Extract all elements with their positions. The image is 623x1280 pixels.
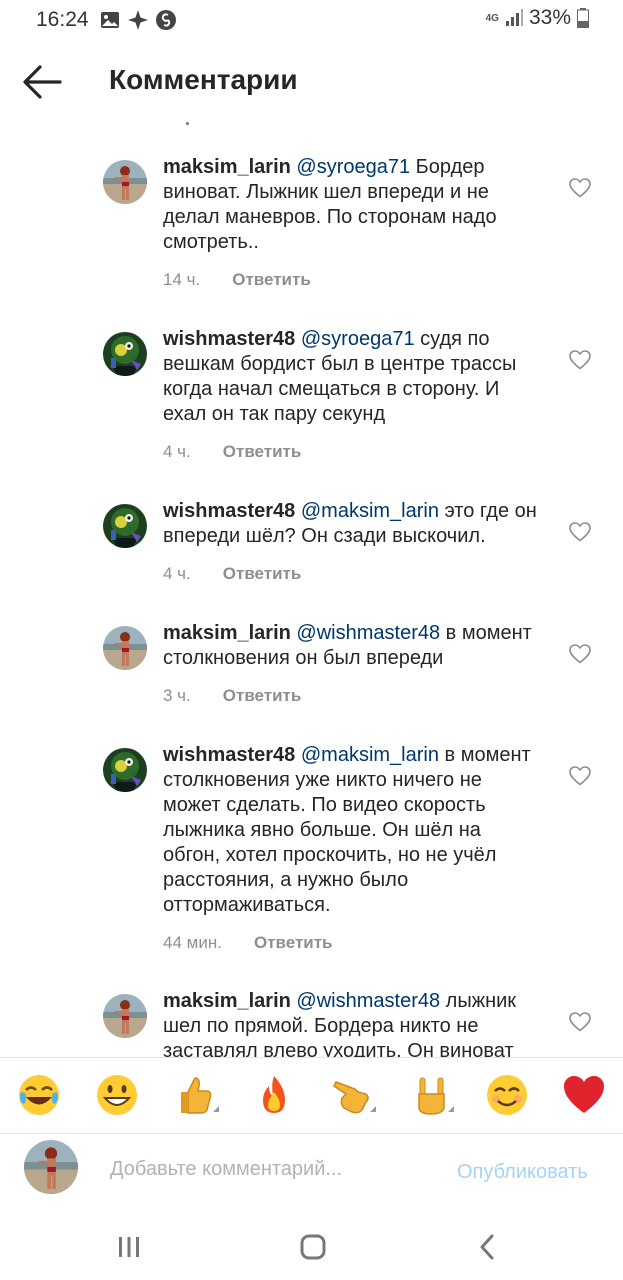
- grinning-face-icon[interactable]: [94, 1072, 140, 1118]
- sign-of-the-horns-icon[interactable]: [408, 1072, 454, 1118]
- comment-text: wishmaster48 @maksim_larin это где он вп…: [163, 499, 543, 549]
- reply-button[interactable]: Ответить: [223, 564, 302, 583]
- comment-meta: 4 ч. Ответить: [163, 442, 301, 462]
- comment-meta: 4 ч. Ответить: [163, 564, 301, 584]
- network-type: 4G: [485, 12, 499, 24]
- emoji-bar: [0, 1057, 623, 1134]
- like-heart-icon[interactable]: [568, 520, 592, 544]
- comment-composer: Добавьте комментарий... Опубликовать: [0, 1133, 623, 1214]
- status-time: 16:24: [36, 8, 89, 31]
- reply-button[interactable]: Ответить: [232, 270, 311, 289]
- comment-username[interactable]: wishmaster48: [163, 328, 295, 350]
- system-nav-bar: [0, 1213, 623, 1280]
- fire-icon[interactable]: [251, 1072, 297, 1118]
- notification-icons: [100, 9, 176, 31]
- back-arrow-icon[interactable]: [22, 64, 62, 100]
- comment-username[interactable]: wishmaster48: [163, 744, 295, 766]
- comment-username[interactable]: maksim_larin: [163, 990, 291, 1012]
- like-heart-icon[interactable]: [568, 642, 592, 666]
- mention-link[interactable]: @maksim_larin: [301, 500, 439, 522]
- comment-body: в момент столкновения уже никто ничего н…: [163, 744, 531, 916]
- avatar[interactable]: [103, 504, 147, 548]
- page-title: Комментарии: [109, 64, 298, 95]
- red-heart-icon[interactable]: [561, 1072, 607, 1118]
- smiling-face-icon[interactable]: [484, 1072, 530, 1118]
- mention-link[interactable]: @syroega71: [296, 156, 410, 178]
- battery-percent: 33%: [528, 6, 571, 29]
- face-with-tears-of-joy-icon[interactable]: [16, 1072, 62, 1118]
- backhand-index-pointing-icon[interactable]: [330, 1072, 376, 1118]
- avatar[interactable]: [103, 748, 147, 792]
- reply-button[interactable]: Ответить: [223, 442, 302, 461]
- sparkle-icon: [128, 10, 148, 30]
- comment-text: wishmaster48 @maksim_larin в момент стол…: [163, 743, 543, 918]
- comment-time: 3 ч.: [163, 686, 191, 705]
- comment-text: maksim_larin @wishmaster48 в момент стол…: [163, 621, 543, 671]
- status-right: 4G 33%: [486, 6, 589, 30]
- comment-username[interactable]: maksim_larin: [163, 622, 291, 644]
- comment-time: 14 ч.: [163, 270, 201, 289]
- avatar[interactable]: [103, 160, 147, 204]
- avatar[interactable]: [103, 626, 147, 670]
- recents-icon[interactable]: [111, 1229, 147, 1265]
- mention-link[interactable]: @wishmaster48: [296, 990, 440, 1012]
- home-icon[interactable]: [295, 1229, 331, 1265]
- comment-text: maksim_larin @syroega71 Бордер виноват. …: [163, 155, 543, 255]
- comment-meta: 14 ч. Ответить: [163, 270, 311, 290]
- status-bar: 16:24 4G 33%: [0, 0, 623, 40]
- battery-icon: [577, 8, 589, 28]
- comment-text: maksim_larin @wishmaster48 лыжник шел по…: [163, 989, 543, 1064]
- comment-input[interactable]: Добавьте комментарий...: [110, 1158, 342, 1181]
- comment-meta: 44 мин. Ответить: [163, 933, 333, 953]
- like-heart-icon[interactable]: [568, 176, 592, 200]
- mention-link[interactable]: @syroega71: [301, 328, 415, 350]
- comment-text: wishmaster48 @syroega71 судя по вешкам б…: [163, 327, 543, 427]
- thumbs-up-icon[interactable]: [173, 1072, 219, 1118]
- like-heart-icon[interactable]: [568, 348, 592, 372]
- avatar[interactable]: [103, 994, 147, 1038]
- scroll-artifact-dot: [186, 122, 189, 125]
- comment-time: 4 ч.: [163, 442, 191, 461]
- post-button[interactable]: Опубликовать: [457, 1161, 588, 1184]
- reply-button[interactable]: Ответить: [223, 686, 302, 705]
- signal-icon: [505, 9, 523, 26]
- comment-time: 4 ч.: [163, 564, 191, 583]
- mention-link[interactable]: @maksim_larin: [301, 744, 439, 766]
- comment-username[interactable]: wishmaster48: [163, 500, 295, 522]
- comment-time: 44 мин.: [163, 933, 222, 952]
- reply-button[interactable]: Ответить: [254, 933, 333, 952]
- header: Комментарии: [0, 48, 623, 116]
- gallery-icon: [101, 12, 119, 28]
- like-heart-icon[interactable]: [568, 1010, 592, 1034]
- comment-meta: 3 ч. Ответить: [163, 686, 301, 706]
- like-heart-icon[interactable]: [568, 764, 592, 788]
- back-icon[interactable]: [470, 1229, 506, 1265]
- comment-username[interactable]: maksim_larin: [163, 156, 291, 178]
- avatar[interactable]: [103, 332, 147, 376]
- user-avatar: [24, 1140, 78, 1194]
- mention-link[interactable]: @wishmaster48: [296, 622, 440, 644]
- shazam-icon: [156, 10, 176, 30]
